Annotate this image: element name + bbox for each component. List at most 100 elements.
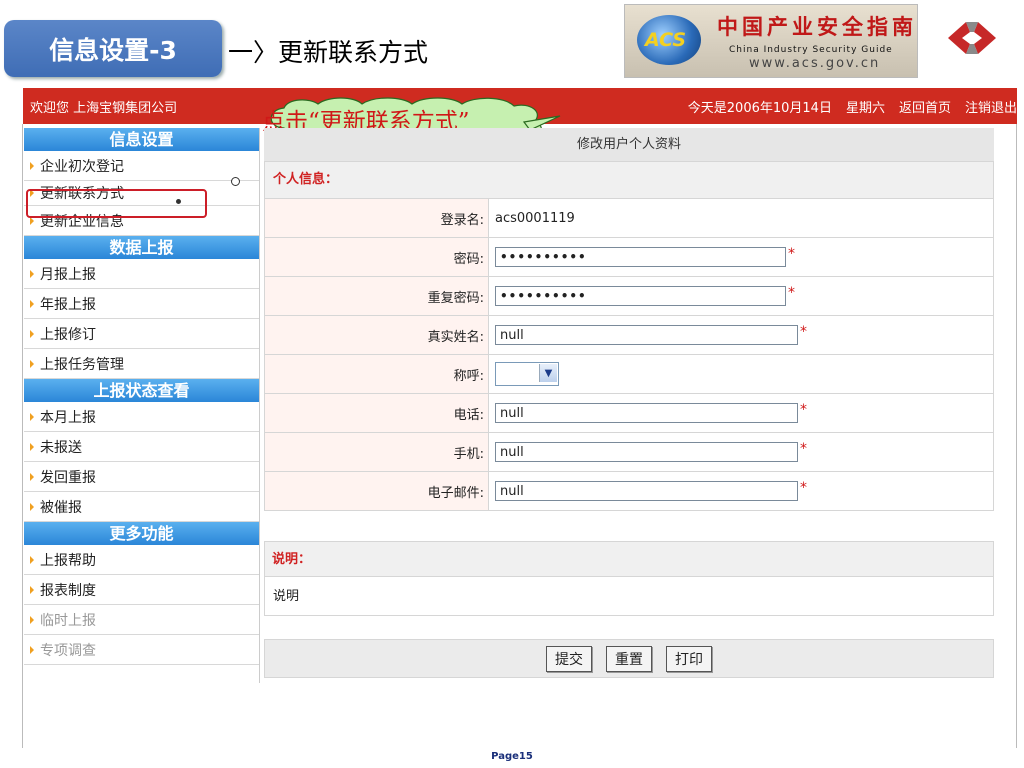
sidebar-item-label: 上报修订	[40, 326, 96, 343]
sidebar-item-label: 临时上报	[40, 612, 96, 629]
sidebar-item-monthly-report[interactable]: 月报上报	[24, 259, 259, 289]
arrow-icon	[30, 161, 34, 170]
sidebar-header-data-report: 数据上报	[24, 236, 259, 259]
arrow-icon	[30, 299, 34, 308]
mobile-input[interactable]: null	[495, 442, 798, 462]
note-body: 说明	[264, 576, 994, 616]
login-value: acs0001119	[495, 210, 575, 226]
chevron-down-icon[interactable]: ▼	[539, 364, 557, 382]
phone-input[interactable]: null	[495, 403, 798, 423]
annotation-dot	[176, 199, 181, 204]
arrow-icon	[30, 502, 34, 511]
mobile-label: 手机:	[265, 433, 489, 471]
sidebar-item-report-system[interactable]: 报表制度	[24, 575, 259, 605]
sidebar-item-annual-report[interactable]: 年报上报	[24, 289, 259, 319]
required-mark: *	[800, 480, 807, 496]
sidebar-item-label: 报表制度	[40, 582, 96, 599]
sidebar-item-special-survey[interactable]: 专项调查	[24, 635, 259, 665]
arrow-icon	[30, 645, 34, 654]
arrow-icon	[30, 585, 34, 594]
sidebar-item-report-revision[interactable]: 上报修订	[24, 319, 259, 349]
sidebar-item-temp-report[interactable]: 临时上报	[24, 605, 259, 635]
sidebar-item-label: 上报任务管理	[40, 356, 124, 373]
form-row-realname: 真实姓名: null *	[264, 316, 994, 355]
logout-link[interactable]: 注销退出	[965, 97, 1017, 116]
required-mark: *	[800, 402, 807, 418]
sidebar-divider	[259, 128, 260, 683]
repeat-password-label: 重复密码:	[265, 277, 489, 315]
edit-profile-form: 修改用户个人资料 个人信息： 登录名: acs0001119 密码: •••••…	[264, 128, 994, 511]
logo-url: www.acs.gov.cn	[749, 56, 881, 71]
sidebar-item-report-help[interactable]: 上报帮助	[24, 545, 259, 575]
arrow-icon	[30, 359, 34, 368]
password-label: 密码:	[265, 238, 489, 276]
arrow-icon	[30, 615, 34, 624]
acs-logo-text: ACS	[645, 29, 687, 51]
submit-button[interactable]: 提交	[546, 645, 592, 672]
sidebar-item-urged[interactable]: 被催报	[24, 492, 259, 522]
realname-input[interactable]: null	[495, 325, 798, 345]
frame-border-left	[22, 124, 23, 748]
slide-title: 信息设置-3	[49, 35, 177, 65]
slide-title-tab: 信息设置-3	[4, 20, 222, 77]
arrow-icon	[30, 412, 34, 421]
sidebar-item-label: 企业初次登记	[40, 158, 124, 175]
required-mark: *	[788, 285, 795, 301]
slide-subtitle: 一〉更新联系方式	[228, 38, 429, 67]
sidebar-header-report-status: 上报状态查看	[24, 379, 259, 402]
sidebar-item-label: 发回重报	[40, 469, 96, 486]
sidebar-item-label: 年报上报	[40, 296, 96, 313]
sidebar-item-label: 被催报	[40, 499, 82, 516]
title-label: 称呼:	[265, 355, 489, 393]
sidebar-item-label: 专项调查	[40, 642, 96, 659]
sidebar-item-label: 上报帮助	[40, 552, 96, 569]
annotation-dot	[231, 177, 240, 186]
acs-globe-icon: ACS	[637, 15, 701, 65]
sidebar-item-label: 月报上报	[40, 266, 96, 283]
logo-chinese-name: 中国产业安全指南	[717, 15, 917, 39]
password-input[interactable]: ••••••••••	[495, 247, 786, 267]
title-select[interactable]: ▼	[495, 362, 559, 386]
realname-label: 真实姓名:	[265, 316, 489, 354]
email-input[interactable]: null	[495, 481, 798, 501]
brand-mark-icon	[948, 22, 996, 54]
reset-button[interactable]: 重置	[606, 645, 652, 672]
form-row-repeat-password: 重复密码: •••••••••• *	[264, 277, 994, 316]
sidebar-item-returned[interactable]: 发回重报	[24, 462, 259, 492]
form-row-phone: 电话: null *	[264, 394, 994, 433]
weekday-text: 星期六	[845, 101, 885, 116]
required-mark: *	[800, 441, 807, 457]
phone-label: 电话:	[265, 394, 489, 432]
required-mark: *	[788, 246, 795, 262]
email-label: 电子邮件:	[265, 472, 489, 510]
note-header: 说明：	[264, 541, 994, 577]
form-row-mobile: 手机: null *	[264, 433, 994, 472]
page-number: Page15	[491, 751, 533, 762]
form-row-email: 电子邮件: null *	[264, 472, 994, 511]
arrow-icon	[30, 442, 34, 451]
form-title: 修改用户个人资料	[264, 128, 994, 161]
home-link[interactable]: 返回首页	[899, 97, 951, 116]
login-label: 登录名:	[265, 199, 489, 237]
sidebar-item-task-management[interactable]: 上报任务管理	[24, 349, 259, 379]
arrow-icon	[30, 269, 34, 278]
date-text: 今天是2006年10月14日	[687, 101, 832, 116]
sidebar-item-label: 未报送	[40, 439, 82, 456]
sidebar-header-info-settings: 信息设置	[24, 128, 259, 151]
form-row-title: 称呼: ▼	[264, 355, 994, 394]
sidebar-item-this-month[interactable]: 本月上报	[24, 402, 259, 432]
arrow-icon	[30, 555, 34, 564]
personal-info-header: 个人信息：	[264, 161, 994, 199]
sidebar-item-first-registration[interactable]: 企业初次登记	[24, 151, 259, 181]
required-mark: *	[800, 324, 807, 340]
sidebar-header-more-functions: 更多功能	[24, 522, 259, 545]
frame-border-right	[1016, 124, 1017, 748]
repeat-password-input[interactable]: ••••••••••	[495, 286, 786, 306]
sidebar-item-label: 本月上报	[40, 409, 96, 426]
sidebar-item-not-submitted[interactable]: 未报送	[24, 432, 259, 462]
arrow-icon	[30, 329, 34, 338]
arrow-icon	[30, 472, 34, 481]
print-button[interactable]: 打印	[666, 645, 712, 672]
form-button-bar: 提交 重置 打印	[264, 639, 994, 678]
form-row-password: 密码: •••••••••• *	[264, 238, 994, 277]
